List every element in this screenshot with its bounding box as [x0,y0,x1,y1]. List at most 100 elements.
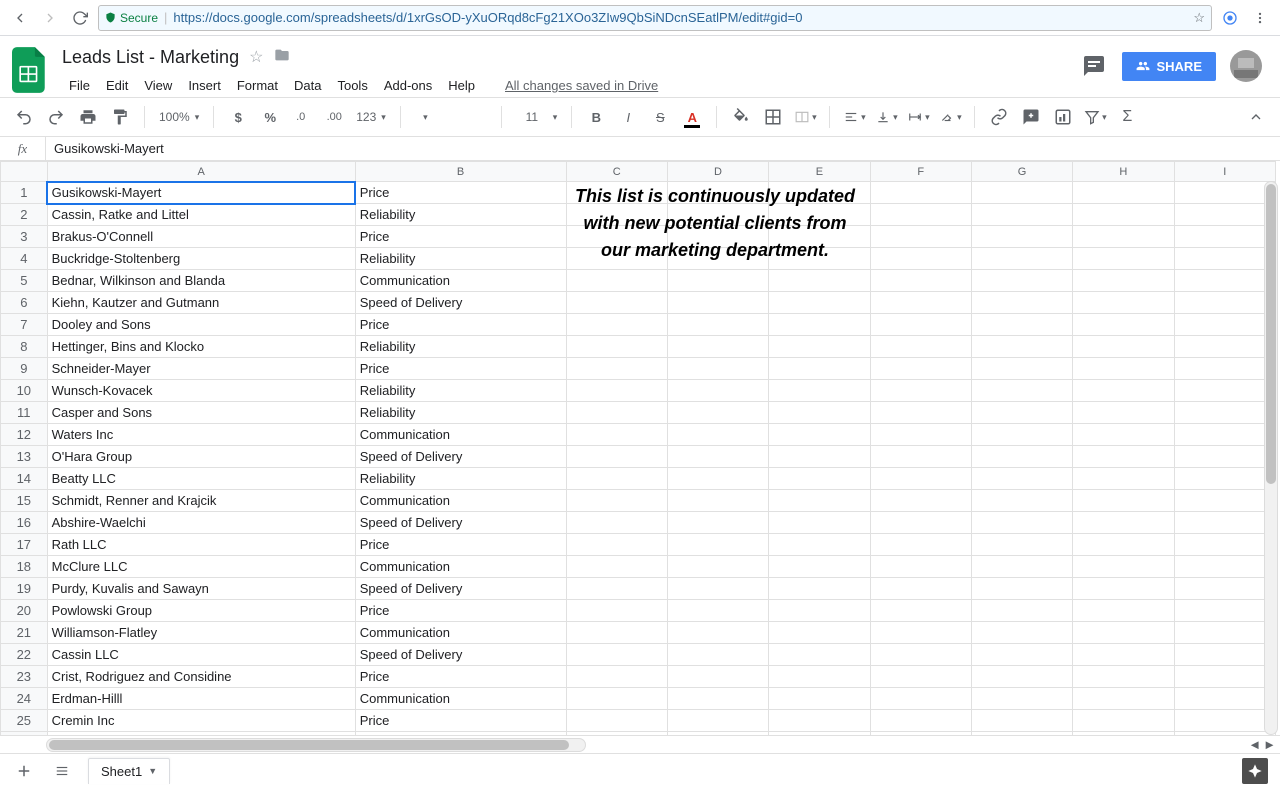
cell[interactable] [1174,380,1275,402]
cell[interactable]: O'Hara Group [47,446,355,468]
formula-bar[interactable]: fx Gusikowski-Mayert [0,137,1280,161]
cell[interactable] [769,292,870,314]
horizontal-scrollbar[interactable]: ◄ ► [0,735,1280,753]
cell[interactable]: Dooley and Sons [47,314,355,336]
menu-help[interactable]: Help [441,74,482,97]
cell[interactable] [1174,314,1275,336]
cell[interactable] [769,732,870,736]
cell[interactable] [870,248,971,270]
cell[interactable] [667,314,768,336]
cell[interactable] [1073,446,1174,468]
cell[interactable] [47,732,355,736]
cell[interactable] [769,666,870,688]
cell[interactable] [1073,226,1174,248]
row-header[interactable]: 24 [1,688,48,710]
select-all-corner[interactable] [1,162,48,182]
cell[interactable]: Reliability [355,402,566,424]
cell[interactable] [1174,336,1275,358]
cell[interactable] [1174,402,1275,424]
text-rotation-button[interactable] [936,103,964,131]
cell[interactable] [971,732,1072,736]
cell[interactable] [566,446,667,468]
functions-button[interactable]: Σ [1113,103,1141,131]
cell[interactable] [1073,644,1174,666]
cell[interactable]: Price [355,666,566,688]
col-header-a[interactable]: A [47,162,355,182]
undo-button[interactable] [10,103,38,131]
cell[interactable]: Schneider-Mayer [47,358,355,380]
insert-comment-button[interactable] [1017,103,1045,131]
row-header[interactable]: 23 [1,666,48,688]
sheets-logo-icon[interactable] [10,44,50,96]
font-size-select[interactable]: 11 [512,107,562,127]
cell[interactable] [667,446,768,468]
cell[interactable] [971,182,1072,204]
cell[interactable] [566,600,667,622]
cell[interactable] [1073,380,1174,402]
cell[interactable] [1073,314,1174,336]
cell[interactable] [971,336,1072,358]
cell[interactable]: Bednar, Wilkinson and Blanda [47,270,355,292]
cell[interactable] [667,644,768,666]
cell[interactable] [769,336,870,358]
cell[interactable]: Communication [355,270,566,292]
cell[interactable] [971,556,1072,578]
cell[interactable] [769,644,870,666]
cell[interactable] [566,644,667,666]
cell[interactable] [971,512,1072,534]
row-header[interactable]: 5 [1,270,48,292]
cell[interactable] [1174,468,1275,490]
cell[interactable]: Buckridge-Stoltenberg [47,248,355,270]
row-header[interactable]: 8 [1,336,48,358]
cell[interactable] [1174,424,1275,446]
vertical-align-button[interactable] [872,103,900,131]
cell[interactable] [1073,622,1174,644]
menu-edit[interactable]: Edit [99,74,135,97]
cell[interactable]: Beatty LLC [47,468,355,490]
browser-menu-icon[interactable] [1248,6,1272,30]
back-button[interactable] [8,6,32,30]
cell[interactable] [870,600,971,622]
cell[interactable] [566,710,667,732]
cell[interactable]: Brakus-O'Connell [47,226,355,248]
cell[interactable] [870,490,971,512]
cell[interactable] [566,622,667,644]
share-button[interactable]: SHARE [1122,52,1216,81]
row-header[interactable]: 6 [1,292,48,314]
cell[interactable] [870,666,971,688]
zoom-select[interactable]: 100% [155,107,203,127]
row-header[interactable]: 17 [1,534,48,556]
folder-icon[interactable] [273,47,291,67]
cell[interactable] [870,402,971,424]
cell[interactable]: Kiehn, Kautzer and Gutmann [47,292,355,314]
cell[interactable]: Price [355,358,566,380]
cell[interactable] [1174,688,1275,710]
reload-button[interactable] [68,6,92,30]
cell[interactable]: Communication [355,424,566,446]
cell[interactable] [667,732,768,736]
forward-button[interactable] [38,6,62,30]
row-header[interactable]: 18 [1,556,48,578]
cell[interactable] [667,402,768,424]
cell[interactable] [971,358,1072,380]
cell[interactable] [566,534,667,556]
cell[interactable] [1073,710,1174,732]
cell[interactable]: Price [355,710,566,732]
cell[interactable] [1073,424,1174,446]
col-header-e[interactable]: E [769,162,870,182]
menu-file[interactable]: File [62,74,97,97]
horizontal-align-button[interactable] [840,103,868,131]
menu-addons[interactable]: Add-ons [377,74,439,97]
bold-button[interactable]: B [582,103,610,131]
cell[interactable] [769,314,870,336]
row-header[interactable]: 19 [1,578,48,600]
cell[interactable] [870,446,971,468]
row-header[interactable]: 10 [1,380,48,402]
cell[interactable]: Reliability [355,468,566,490]
cell[interactable] [667,578,768,600]
format-currency-button[interactable]: $ [224,103,252,131]
row-header[interactable]: 21 [1,622,48,644]
cell[interactable] [769,380,870,402]
cell[interactable] [870,710,971,732]
cell[interactable] [769,490,870,512]
